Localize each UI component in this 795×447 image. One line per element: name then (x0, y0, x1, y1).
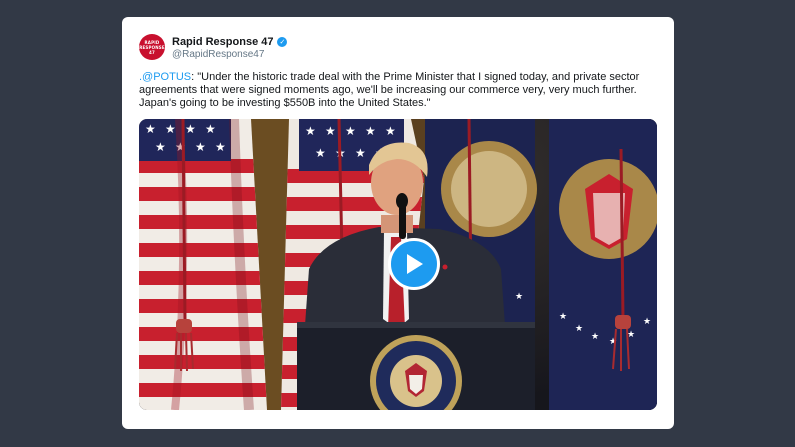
svg-text:★: ★ (355, 146, 366, 160)
play-button[interactable] (388, 238, 440, 290)
tweet-card: RAPID RESPONSE 47 Rapid Response 47 ✓ @R… (122, 17, 674, 429)
tweet-body: : "Under the historic trade deal with th… (139, 71, 640, 109)
author-name-row: Rapid Response 47 ✓ (172, 36, 288, 48)
svg-text:★: ★ (515, 292, 523, 302)
svg-text:★: ★ (165, 122, 176, 136)
svg-text:★: ★ (385, 124, 396, 138)
display-name[interactable]: Rapid Response 47 (172, 36, 273, 48)
svg-text:★: ★ (215, 140, 226, 154)
svg-text:★: ★ (325, 124, 336, 138)
svg-text:★: ★ (155, 140, 166, 154)
video-player[interactable]: ★ ★ ★ ★ ★ ★ ★ ★ ★ ★ ★ ★ ★ ★ ★ ★ ★ ★ ★ ★ … (139, 119, 657, 410)
svg-text:★: ★ (575, 324, 583, 334)
svg-text:★: ★ (195, 140, 206, 154)
svg-text:★: ★ (559, 312, 567, 322)
svg-text:★: ★ (205, 122, 216, 136)
svg-text:★: ★ (643, 317, 651, 327)
svg-text:★: ★ (145, 122, 156, 136)
svg-text:★: ★ (315, 146, 326, 160)
avatar[interactable]: RAPID RESPONSE 47 (139, 34, 165, 60)
svg-text:★: ★ (185, 122, 196, 136)
svg-text:★: ★ (345, 124, 356, 138)
author-handle[interactable]: @RapidResponse47 (172, 49, 264, 60)
svg-text:★: ★ (591, 332, 599, 342)
tweet-text: .@POTUS: "Under the historic trade deal … (139, 71, 654, 110)
svg-text:★: ★ (365, 124, 376, 138)
mention-link[interactable]: .@POTUS (139, 71, 191, 83)
svg-text:★: ★ (305, 124, 316, 138)
verified-badge-icon: ✓ (277, 37, 288, 47)
avatar-logo-text: RAPID RESPONSE 47 (139, 39, 165, 55)
play-icon (407, 254, 423, 274)
